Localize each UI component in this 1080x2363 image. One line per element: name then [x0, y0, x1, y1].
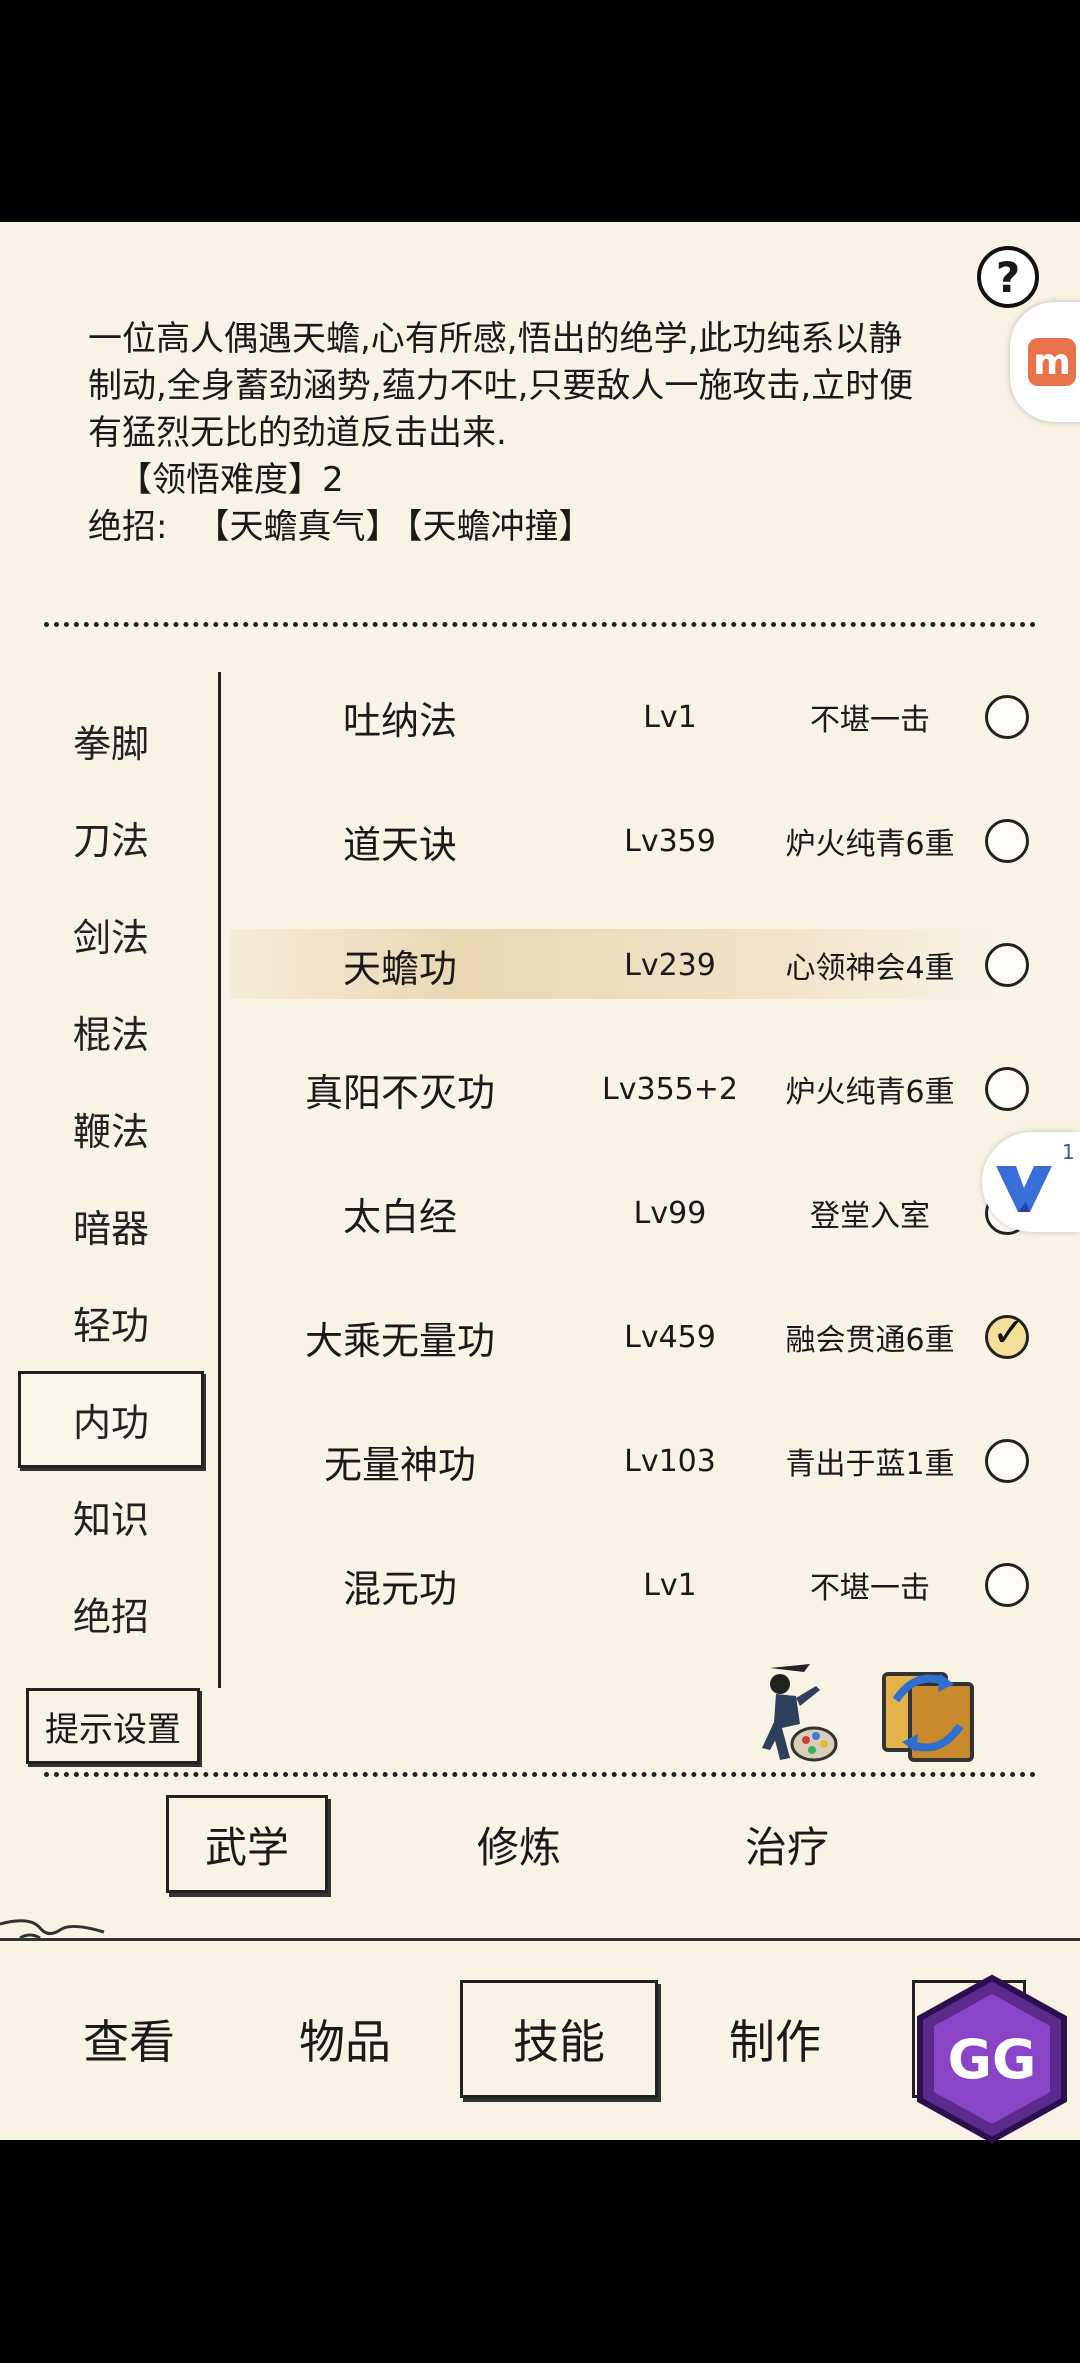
- category-zhishi[interactable]: 知识: [18, 1468, 204, 1565]
- skill-rank: 融会贯通6重: [785, 1323, 955, 1358]
- skill-name: 吐纳法: [342, 698, 457, 743]
- swap-scrolls-icon[interactable]: [876, 1660, 980, 1764]
- category-juezhao[interactable]: 绝招: [18, 1565, 204, 1662]
- tab-xiulian[interactable]: 修炼: [438, 1795, 600, 1893]
- tab-zhiliao[interactable]: 治疗: [706, 1795, 868, 1893]
- category-anqi[interactable]: 暗器: [18, 1177, 204, 1274]
- equip-checkbox-checked[interactable]: [985, 1310, 1029, 1359]
- hint-settings-button[interactable]: 提示设置: [26, 1688, 200, 1764]
- skill-name: 混元功: [342, 1566, 457, 1611]
- skill-row[interactable]: 无量神功 Lv103 青出于蓝1重: [230, 1399, 1050, 1523]
- category-gunfa[interactable]: 棍法: [18, 983, 204, 1080]
- equip-checkbox[interactable]: [985, 1067, 1029, 1111]
- equip-checkbox[interactable]: [985, 819, 1029, 863]
- skill-rank: 不堪一击: [810, 1571, 930, 1606]
- skill-row[interactable]: 大乘无量功 Lv459 融会贯通6重: [230, 1275, 1050, 1399]
- equip-checkbox[interactable]: [985, 1439, 1029, 1483]
- dotted-divider: [44, 1772, 1036, 1777]
- skill-name: 天蟾功: [342, 946, 457, 991]
- ultimates-label: 绝招:: [88, 507, 168, 547]
- skill-name: 无量神功: [323, 1442, 476, 1487]
- nav-wupin[interactable]: 物品: [246, 1980, 444, 2098]
- skill-name: 真阳不灭功: [304, 1070, 495, 1115]
- category-quanjiao[interactable]: 拳脚: [18, 692, 204, 789]
- floating-v-badge[interactable]: 1: [982, 1132, 1080, 1232]
- skill-row-selected[interactable]: 天蟾功 Lv239 心领神会4重: [230, 903, 1050, 1027]
- skill-row[interactable]: 真阳不灭功 Lv355+2 炉火纯青6重: [230, 1027, 1050, 1151]
- skill-rank: 青出于蓝1重: [785, 1447, 955, 1482]
- skill-description: 一位高人偶遇天蟾,心有所感,悟出的绝学,此功纯系以静 制动,全身蓄劲涵势,蕴力不…: [88, 316, 988, 551]
- skill-rank: 炉火纯青6重: [785, 827, 955, 862]
- sub-tabs: 武学 修炼 治疗: [162, 1795, 922, 1895]
- equip-checkbox[interactable]: [985, 943, 1029, 987]
- skill-list: 吐纳法 Lv1 不堪一击 道天诀 Lv359 炉火纯青6重 天蟾功 Lv239 …: [230, 655, 1050, 1647]
- category-daofa[interactable]: 刀法: [18, 789, 204, 886]
- m-app-icon: m: [1028, 338, 1076, 386]
- category-qinggong[interactable]: 轻功: [18, 1274, 204, 1371]
- tab-wuxue[interactable]: 武学: [166, 1795, 328, 1893]
- skill-name: 大乘无量功: [304, 1318, 495, 1363]
- v-badge-count: 1: [1062, 1140, 1075, 1164]
- category-jianfa[interactable]: 剑法: [18, 886, 204, 983]
- equip-checkbox[interactable]: [985, 1563, 1029, 1607]
- ninja-painter-icon[interactable]: [740, 1658, 840, 1768]
- help-icon[interactable]: ?: [977, 246, 1039, 308]
- category-sidebar: 拳脚 刀法 剑法 棍法 鞭法 暗器 轻功 内功 知识 绝招: [18, 692, 208, 1662]
- skill-row[interactable]: 太白经 Lv99 登堂入室: [230, 1151, 1050, 1275]
- skill-row[interactable]: 吐纳法 Lv1 不堪一击: [230, 655, 1050, 779]
- skill-rank: 心领神会4重: [785, 951, 955, 986]
- ultimate-name: 【天蟾冲撞】: [405, 507, 593, 547]
- description-line: 一位高人偶遇天蟾,心有所感,悟出的绝学,此功纯系以静: [88, 319, 903, 359]
- skill-name: 太白经: [342, 1194, 457, 1239]
- skill-row[interactable]: 道天诀 Lv359 炉火纯青6重: [230, 779, 1050, 903]
- sidebar-divider: [218, 672, 221, 1688]
- floating-app-badge[interactable]: m: [1010, 302, 1080, 422]
- ultimate-name: 【天蟾真气】: [195, 507, 400, 547]
- cloud-swirl-decoration: [0, 1919, 105, 1940]
- category-bianfa[interactable]: 鞭法: [18, 1080, 204, 1177]
- skill-rank: 炉火纯青6重: [785, 1075, 955, 1110]
- equip-checkbox[interactable]: [985, 695, 1029, 739]
- nav-chakan[interactable]: 查看: [30, 1980, 228, 2098]
- nav-zhizuo[interactable]: 制作: [676, 1980, 874, 2098]
- category-neigong[interactable]: 内功: [18, 1371, 204, 1468]
- skill-row[interactable]: 混元功 Lv1 不堪一击: [230, 1523, 1050, 1647]
- nav-jineng[interactable]: 技能: [460, 1980, 658, 2098]
- ultimates-row: 绝招: 【天蟾真气】 【天蟾冲撞】: [88, 504, 988, 551]
- skill-name: 道天诀: [342, 822, 457, 867]
- skill-rank: 登堂入室: [810, 1199, 930, 1234]
- skill-rank: 不堪一击: [810, 703, 930, 738]
- description-line: 有猛烈无比的劲道反击出来.: [88, 413, 507, 453]
- dotted-divider: [44, 622, 1036, 627]
- difficulty-text: 【领悟难度】2: [118, 460, 344, 500]
- gg-label: GG: [948, 2028, 1037, 2091]
- nav-divider: [0, 1938, 1080, 1941]
- gameguardian-icon[interactable]: GG: [912, 1974, 1072, 2144]
- description-line: 制动,全身蓄劲涵势,蕴力不吐,只要敌人一施攻击,立时便: [88, 366, 914, 406]
